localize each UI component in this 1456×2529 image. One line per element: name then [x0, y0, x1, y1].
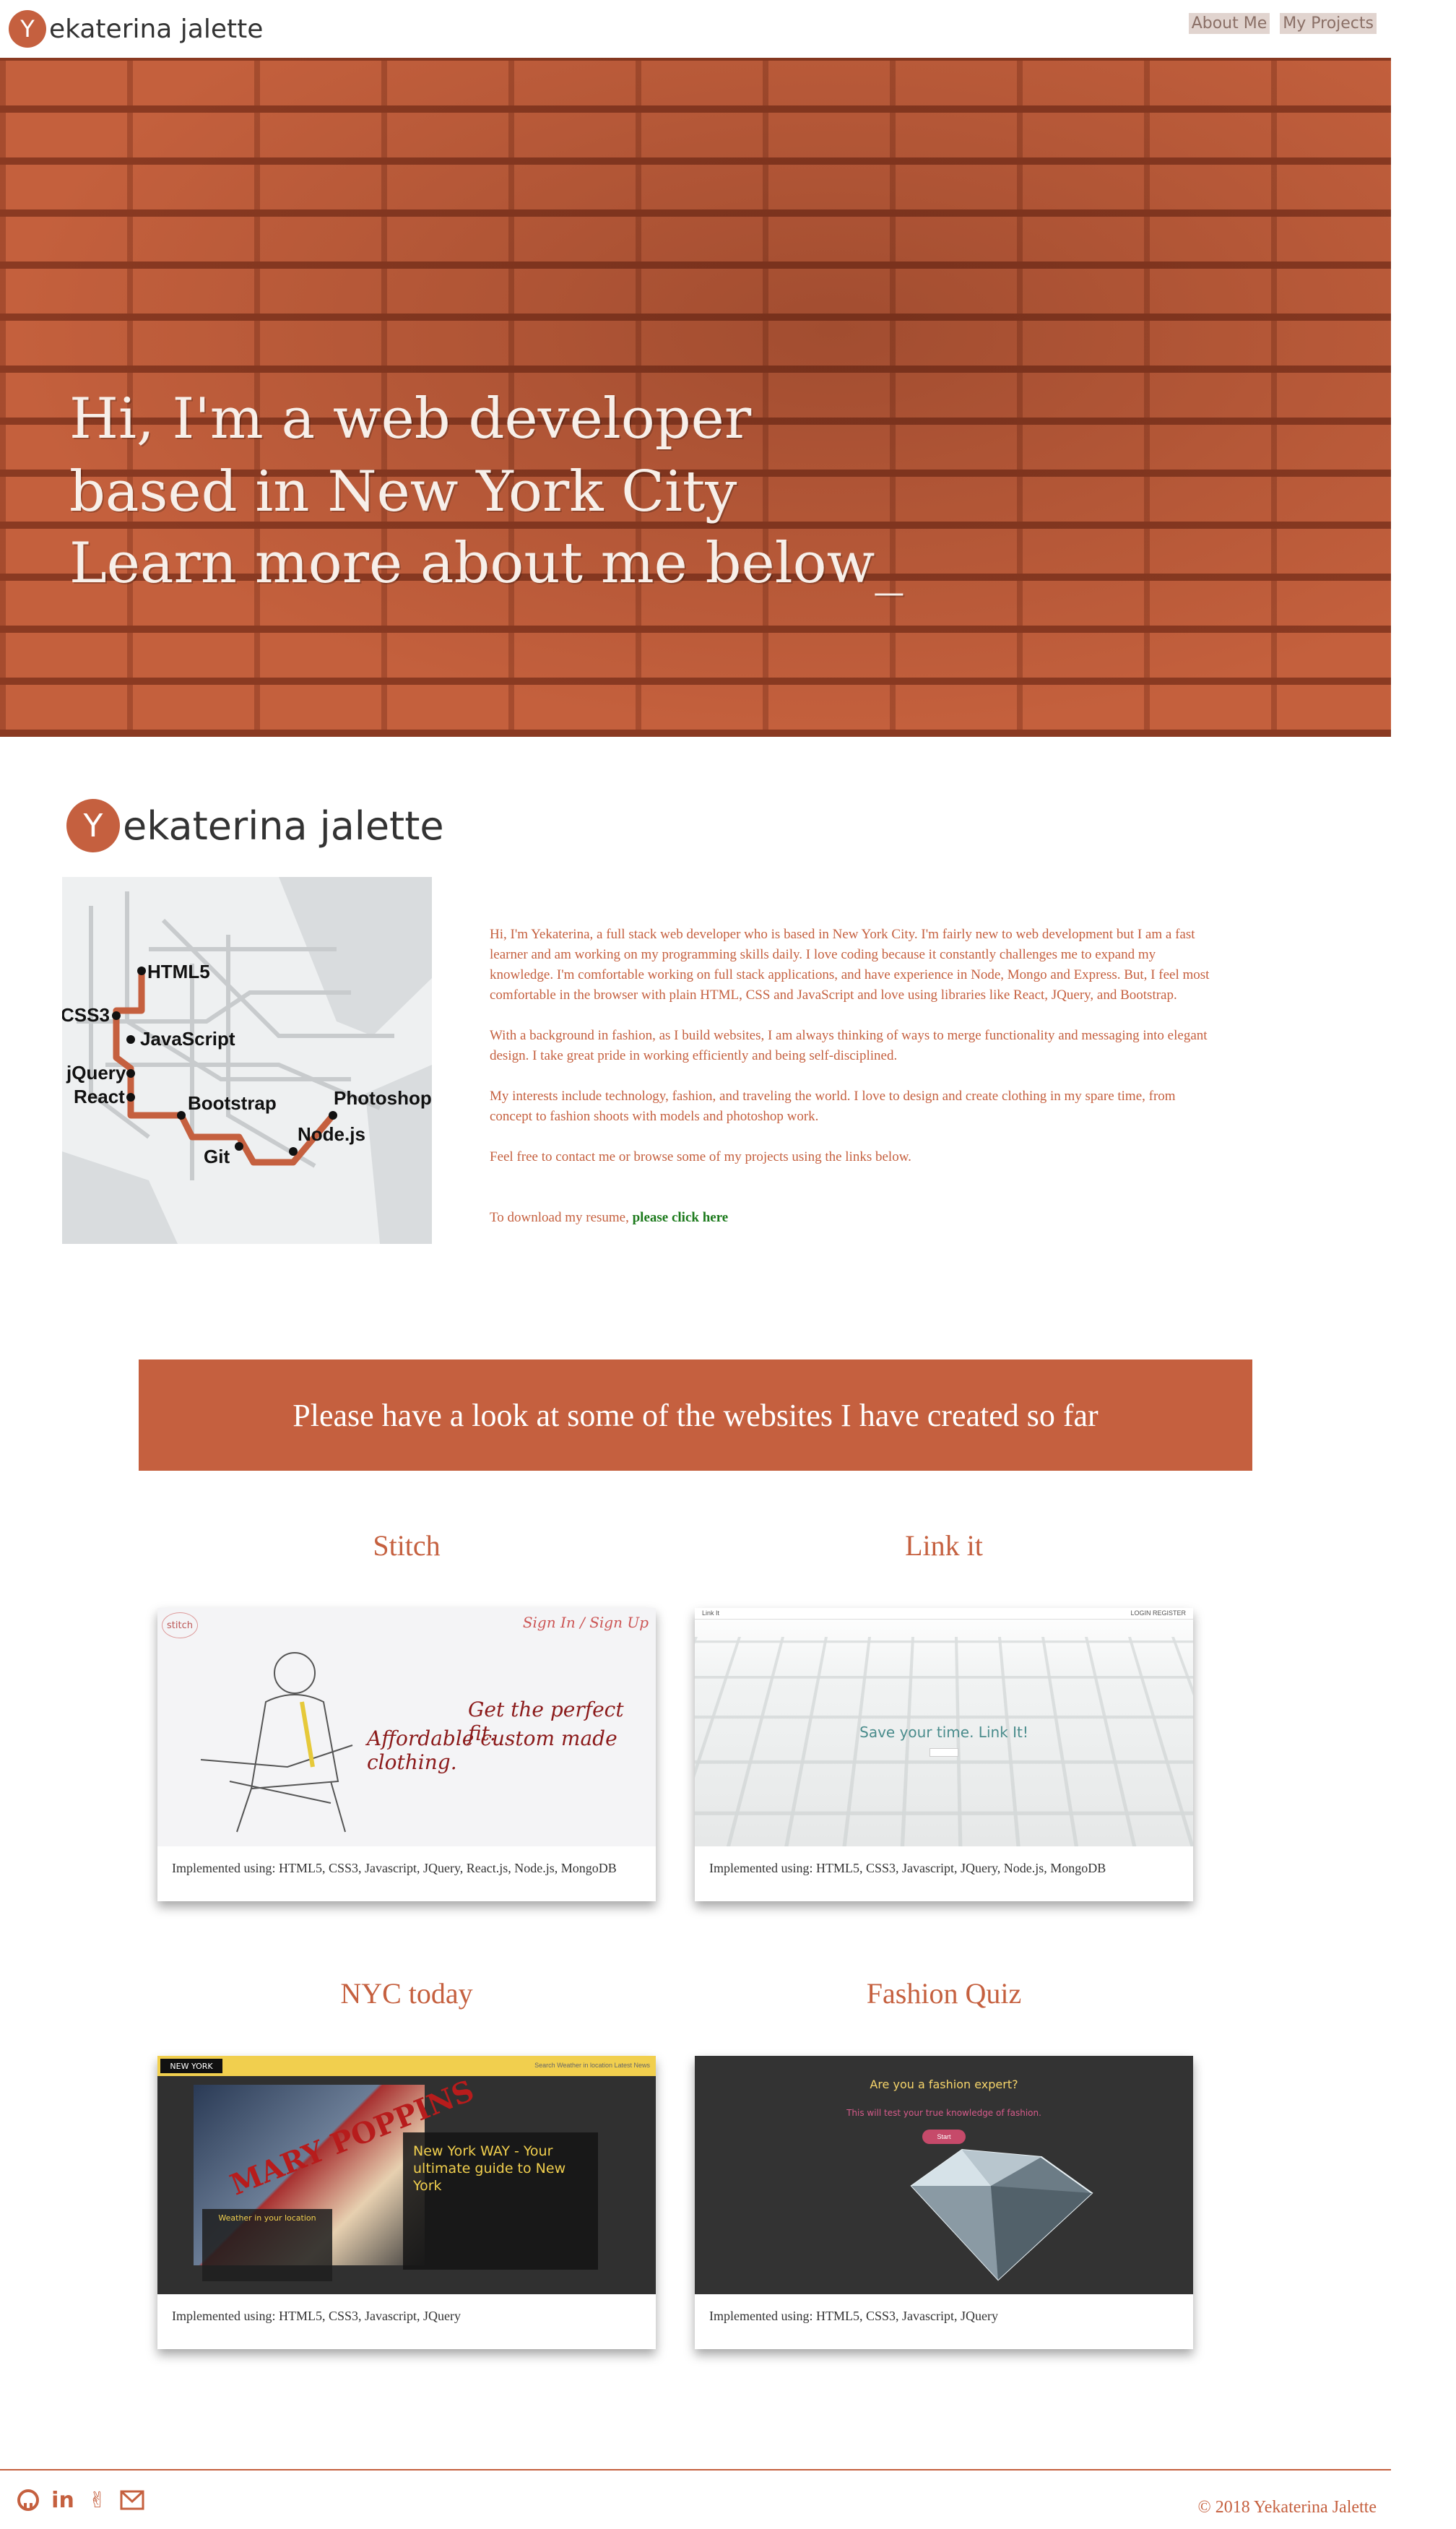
tailor-sketch-graphic — [186, 1637, 374, 1846]
project-title-nyc-today[interactable]: NYC today — [157, 1976, 656, 2010]
project-screenshot-link-it[interactable]: Link It LOGIN REGISTER Save your time. L… — [695, 1608, 1193, 1846]
map-label-photoshop: Photoshop — [334, 1087, 432, 1109]
map-label-nodejs: Node.js — [298, 1123, 365, 1145]
nyc-topbar: NEW YORK Search Weather in location Late… — [157, 2056, 656, 2076]
keyboard-image — [695, 1637, 1193, 1846]
map-label-react: React — [74, 1086, 125, 1107]
bio-paragraph: Feel free to contact me or browse some o… — [490, 1147, 1219, 1167]
linkit-tagline: Save your time. Link It! — [695, 1724, 1193, 1741]
bio-paragraph: Hi, I'm Yekaterina, a full stack web dev… — [490, 925, 1219, 1006]
projects-banner-text: Please have a look at some of the websit… — [292, 1397, 1098, 1434]
about-brand: Y ekaterina jalette — [66, 799, 444, 852]
project-screenshot-fashion-quiz[interactable]: Are you a fashion expert? This will test… — [695, 2056, 1193, 2294]
nav-link-my-projects[interactable]: My Projects — [1280, 13, 1377, 34]
resume-download-link[interactable]: please click here — [633, 1210, 729, 1225]
nyc-weather-box: Weather in your location — [202, 2209, 332, 2281]
map-label-jquery: jQuery — [66, 1062, 126, 1084]
project-title-fashion-quiz[interactable]: Fashion Quiz — [695, 1976, 1193, 2010]
subway-map-graphic: HTML5 CSS3 JavaScript jQuery React Boots… — [62, 877, 432, 1244]
project-screenshot-nyc-today[interactable]: NEW YORK Search Weather in location Late… — [157, 2056, 656, 2294]
nyc-guide-box: New York WAY - Your ultimate guide to Ne… — [403, 2132, 598, 2270]
stitch-logo: stitch — [162, 1612, 198, 1638]
angellist-icon[interactable]: ✌ — [85, 2488, 110, 2512]
mail-icon[interactable] — [120, 2488, 144, 2512]
stitch-tagline-2: Affordable custom made clothing. — [367, 1726, 656, 1774]
nav-link-about-me[interactable]: About Me — [1189, 13, 1270, 34]
logo-circle: Y — [9, 10, 46, 48]
about-brand-text: ekaterina jalette — [123, 803, 444, 849]
project-card-stitch[interactable]: stitch Sign In / Sign Up Get the perfect… — [157, 1608, 656, 1901]
about-logo-circle: Y — [66, 799, 120, 852]
linkit-login-register: LOGIN REGISTER — [1130, 1609, 1186, 1617]
skills-subway-map: HTML5 CSS3 JavaScript jQuery React Boots… — [62, 877, 432, 1244]
project-title-stitch[interactable]: Stitch — [157, 1529, 656, 1562]
brand-text: ekaterina jalette — [49, 14, 263, 44]
project-tech-stitch: Implemented using: HTML5, CSS3, Javascri… — [172, 1861, 617, 1876]
linkit-topbar: Link It LOGIN REGISTER — [695, 1608, 1193, 1620]
project-tech-link-it: Implemented using: HTML5, CSS3, Javascri… — [709, 1861, 1106, 1876]
nyc-menu: Search Weather in location Latest News — [534, 2062, 650, 2069]
quiz-subheading: This will test your true knowledge of fa… — [695, 2108, 1193, 2118]
copyright-text: © 2018 Yekaterina Jalette — [1197, 2498, 1377, 2517]
quiz-heading: Are you a fashion expert? — [695, 2078, 1193, 2091]
nav-links: About Me My Projects — [1189, 13, 1377, 34]
brand-logo[interactable]: Y ekaterina jalette — [9, 10, 263, 48]
hero-line-2: based in New York City — [69, 459, 737, 524]
project-title-link-it[interactable]: Link it — [695, 1529, 1193, 1562]
project-screenshot-stitch[interactable]: stitch Sign In / Sign Up Get the perfect… — [157, 1608, 656, 1846]
footer-divider — [0, 2469, 1391, 2470]
hero-line-3: Learn more about me below_ — [69, 531, 903, 596]
linkit-button — [930, 1748, 958, 1757]
project-tech-nyc-today: Implemented using: HTML5, CSS3, Javascri… — [172, 2309, 461, 2324]
stitch-signin-link: Sign In / Sign Up — [523, 1614, 649, 1631]
project-card-link-it[interactable]: Link It LOGIN REGISTER Save your time. L… — [695, 1608, 1193, 1901]
top-nav: Y ekaterina jalette About Me My Projects — [0, 0, 1391, 58]
map-label-git: Git — [204, 1146, 230, 1167]
github-icon[interactable] — [16, 2488, 40, 2512]
linkit-logo: Link It — [702, 1609, 719, 1617]
linkedin-icon[interactable]: in — [51, 2488, 75, 2512]
bio-paragraph: My interests include technology, fashion… — [490, 1086, 1219, 1127]
project-tech-fashion-quiz: Implemented using: HTML5, CSS3, Javascri… — [709, 2309, 998, 2324]
map-label-html5: HTML5 — [147, 961, 210, 982]
project-card-fashion-quiz[interactable]: Are you a fashion expert? This will test… — [695, 2056, 1193, 2349]
map-label-bootstrap: Bootstrap — [188, 1092, 277, 1114]
project-card-nyc-today[interactable]: NEW YORK Search Weather in location Late… — [157, 2056, 656, 2349]
nyc-guide-title: New York WAY - Your ultimate guide to Ne… — [413, 2143, 588, 2195]
bio-paragraph: With a background in fashion, as I build… — [490, 1026, 1219, 1066]
social-links: in ✌ — [16, 2488, 144, 2512]
hero-banner: Hi, I'm a web developer based in New Yor… — [0, 58, 1391, 737]
hero-line-1: Hi, I'm a web developer — [69, 386, 751, 451]
quiz-start-button: Start — [922, 2130, 966, 2144]
diamond-image — [883, 2143, 1099, 2287]
map-label-javascript: JavaScript — [140, 1028, 235, 1050]
map-label-css3: CSS3 — [62, 1004, 110, 1026]
nyc-sign: NEW YORK — [160, 2059, 222, 2073]
about-bio: Hi, I'm Yekaterina, a full stack web dev… — [490, 925, 1219, 1248]
resume-prefix: To download my resume, — [490, 1210, 633, 1225]
projects-banner: Please have a look at some of the websit… — [139, 1359, 1252, 1471]
resume-line: To download my resume, please click here — [490, 1208, 1219, 1228]
